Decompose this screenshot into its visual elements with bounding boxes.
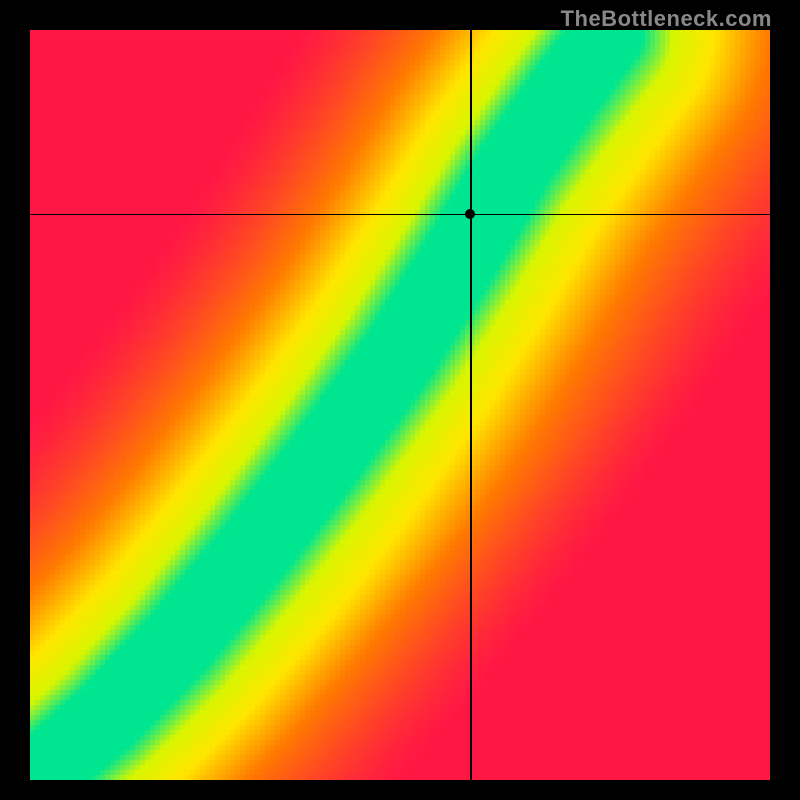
selected-point-marker — [465, 209, 475, 219]
plot-area — [30, 30, 770, 780]
crosshair-vertical — [470, 30, 472, 780]
heatmap-canvas — [30, 30, 770, 780]
crosshair-horizontal — [30, 214, 770, 216]
watermark-text: TheBottleneck.com — [561, 6, 772, 32]
chart-container: TheBottleneck.com — [0, 0, 800, 800]
